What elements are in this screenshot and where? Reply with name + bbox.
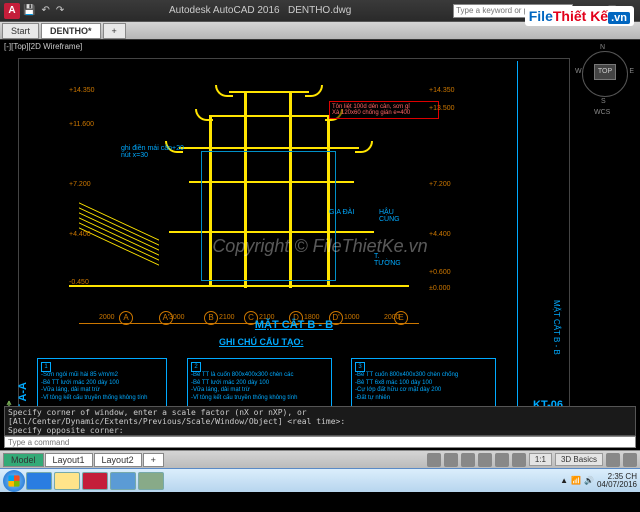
annotation: ghi điền mái cân+20nút x=30 (121, 145, 184, 159)
room-label: T. TƯỜNG (374, 253, 401, 267)
tab-document[interactable]: DENTHO* (41, 23, 101, 39)
viewcube-e[interactable]: E (629, 68, 634, 75)
taskbar-app-icon[interactable] (110, 472, 136, 490)
brand-overlay: FileThiết Kế.vn (525, 6, 634, 26)
workspace-switch[interactable]: 3D Basics (555, 453, 603, 466)
qat-save-icon[interactable]: 💾 (23, 5, 35, 16)
tab-new[interactable]: + (103, 23, 126, 39)
elevation-mark: +7.200 (69, 181, 91, 188)
note-box-3: 3 -Bê TT cuốn 800x400x300 chèn chống -Bê… (351, 358, 496, 407)
viewcube[interactable]: N S E W TOP WCS (580, 46, 630, 102)
building-section: GIA ĐÀI HẬU CUNG T. TƯỜNG Tôn liệt 100d … (139, 81, 399, 301)
app-menu-button[interactable]: A (4, 3, 20, 19)
note-box-1: 1 -Sơn ngói mũi hài 85 v/m/m2 -Bê TT lướ… (37, 358, 167, 407)
viewcube-n[interactable]: N (600, 44, 605, 51)
elevation-mark: +14.350 (69, 87, 95, 94)
elevation-mark: -0.450 (69, 279, 89, 286)
polar-toggle-icon[interactable] (495, 453, 509, 467)
elevation-mark: +11.600 (69, 121, 94, 128)
layout-tab-2[interactable]: Layout2 (94, 453, 142, 467)
stairs (79, 221, 159, 271)
dimension: 2100 (219, 314, 235, 321)
taskbar-explorer-icon[interactable] (54, 472, 80, 490)
note-box-2: 2 -Bê TT là cuốn 800x400x300 chèn các -B… (187, 358, 332, 407)
elevation-mark: +14.350 (429, 87, 455, 94)
drawing-area[interactable]: [-][Top][2D Wireframe] N S E W TOP WCS T… (0, 40, 640, 450)
windows-taskbar: ▲ 📶 🔊 2:35 CH 04/07/2016 (0, 468, 640, 492)
tray-network-icon[interactable]: 📶 (571, 476, 581, 485)
qat-redo-icon[interactable]: ↷ (56, 5, 64, 16)
taskbar-ie-icon[interactable] (26, 472, 52, 490)
clean-screen-icon[interactable] (623, 453, 637, 467)
window-title: Autodesk AutoCAD 2016 DENTHO.dwg (67, 5, 453, 16)
titleblock-view: MẶT CẮT B - B (552, 300, 561, 355)
tray-flag-icon[interactable]: ▲ (560, 476, 568, 485)
dimension: 3000 (169, 314, 185, 321)
layout-tab-1[interactable]: Layout1 (45, 453, 93, 467)
viewcube-w[interactable]: W (575, 68, 582, 75)
snap-toggle-icon[interactable] (461, 453, 475, 467)
section-title: MẶT CẮT B - B (255, 319, 333, 331)
dimension: 2000 (384, 314, 400, 321)
gear-icon[interactable] (606, 453, 620, 467)
viewcube-s[interactable]: S (601, 98, 606, 105)
dimension: 1000 (344, 314, 360, 321)
elevation-mark: +4.400 (429, 231, 451, 238)
tab-start[interactable]: Start (2, 23, 39, 39)
layout-tab-model[interactable]: Model (3, 453, 44, 467)
status-bar: Model Layout1 Layout2 + 1:1 3D Basics (0, 450, 640, 468)
start-button[interactable] (3, 470, 25, 492)
command-history[interactable]: Specify corner of window, enter a scale … (4, 406, 636, 436)
elevation-mark: +13.500 (429, 105, 455, 112)
grid-toggle-icon[interactable] (444, 453, 458, 467)
scale-list[interactable]: 1:1 (529, 453, 552, 466)
elevation-mark: +0.600 (429, 269, 451, 276)
system-tray[interactable]: ▲ 📶 🔊 2:35 CH 04/07/2016 (560, 473, 637, 489)
ortho-toggle-icon[interactable] (478, 453, 492, 467)
tray-date[interactable]: 04/07/2016 (597, 481, 637, 489)
tray-volume-icon[interactable]: 🔊 (584, 476, 594, 485)
modelspace-toggle-icon[interactable] (427, 453, 441, 467)
osnap-toggle-icon[interactable] (512, 453, 526, 467)
callout-note: Tôn liệt 100d dên cân, sơn gỉXà 120x60 c… (329, 101, 439, 119)
command-input[interactable] (4, 436, 636, 448)
room-label: GIA ĐÀI (329, 209, 354, 216)
dimension: 2000 (99, 314, 115, 321)
layout-tab-add[interactable]: + (143, 453, 164, 467)
qat-undo-icon[interactable]: ↶ (41, 5, 49, 16)
viewcube-wcs[interactable]: WCS (594, 109, 610, 116)
taskbar-autocad-icon[interactable] (82, 472, 108, 490)
viewport-controls[interactable]: [-][Top][2D Wireframe] (4, 42, 82, 51)
notes-title: GHI CHÚ CẤU TẠO: (219, 337, 304, 347)
viewcube-top[interactable]: TOP (594, 64, 616, 80)
drawing-sheet: T A-A GIA ĐÀI HẬU CUNG (18, 58, 570, 418)
title-block: MẶT CẮT B - B (517, 61, 567, 415)
elevation-mark: ±0.000 (429, 285, 450, 292)
elevation-mark: +7.200 (429, 181, 451, 188)
room-label: HẬU CUNG (379, 209, 400, 223)
elevation-mark: +4.400 (69, 231, 91, 238)
taskbar-app-icon[interactable] (138, 472, 164, 490)
